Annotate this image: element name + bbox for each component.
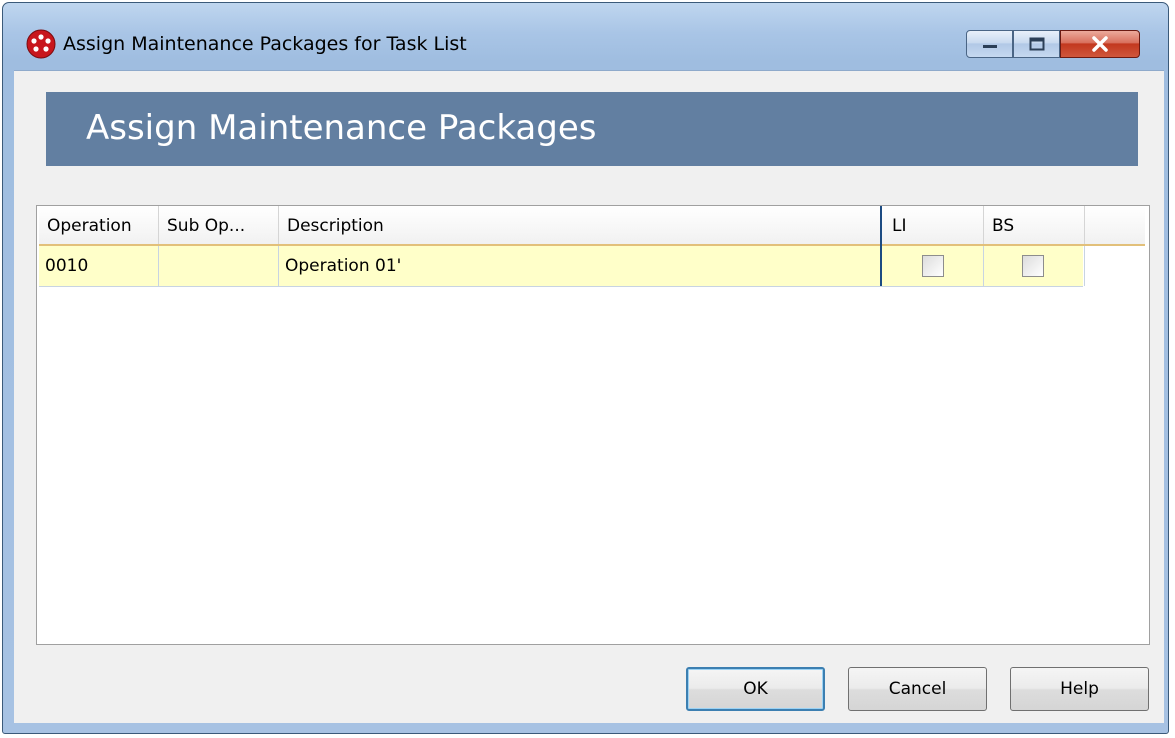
app-logo-icon	[26, 29, 56, 59]
close-button[interactable]	[1060, 30, 1140, 58]
column-header-sub-op[interactable]: Sub Op...	[159, 206, 279, 244]
column-header-bs[interactable]: BS	[984, 206, 1085, 244]
maximize-button[interactable]	[1013, 30, 1060, 58]
cell-bs	[984, 246, 1085, 286]
help-button[interactable]: Help	[1010, 667, 1149, 711]
column-splitter[interactable]	[880, 206, 882, 286]
title-bar[interactable]: Assign Maintenance Packages for Task Lis…	[3, 3, 1168, 59]
close-icon	[1092, 36, 1108, 52]
cell-li	[884, 246, 984, 286]
column-header-operation[interactable]: Operation	[39, 206, 159, 244]
li-checkbox[interactable]	[922, 255, 944, 277]
column-header-description[interactable]: Description	[279, 206, 882, 244]
bs-checkbox[interactable]	[1022, 255, 1044, 277]
maximize-icon	[1029, 37, 1044, 51]
cell-sub-op[interactable]	[159, 246, 279, 286]
grid-header: Operation Sub Op... Description LI BS	[39, 206, 1145, 246]
cell-description[interactable]: Operation 01'	[279, 246, 882, 286]
window-title: Assign Maintenance Packages for Task Lis…	[63, 33, 467, 55]
banner-title: Assign Maintenance Packages	[86, 108, 597, 148]
operations-grid[interactable]: Operation Sub Op... Description LI BS 00…	[36, 205, 1150, 645]
header-banner: Assign Maintenance Packages	[46, 92, 1138, 166]
ok-button[interactable]: OK	[686, 667, 825, 711]
minimize-icon	[982, 45, 997, 48]
table-row[interactable]: 0010 Operation 01'	[39, 246, 1085, 287]
column-header-li[interactable]: LI	[884, 206, 984, 244]
cell-operation[interactable]: 0010	[39, 246, 159, 286]
minimize-button[interactable]	[966, 30, 1013, 58]
cancel-button[interactable]: Cancel	[848, 667, 987, 711]
